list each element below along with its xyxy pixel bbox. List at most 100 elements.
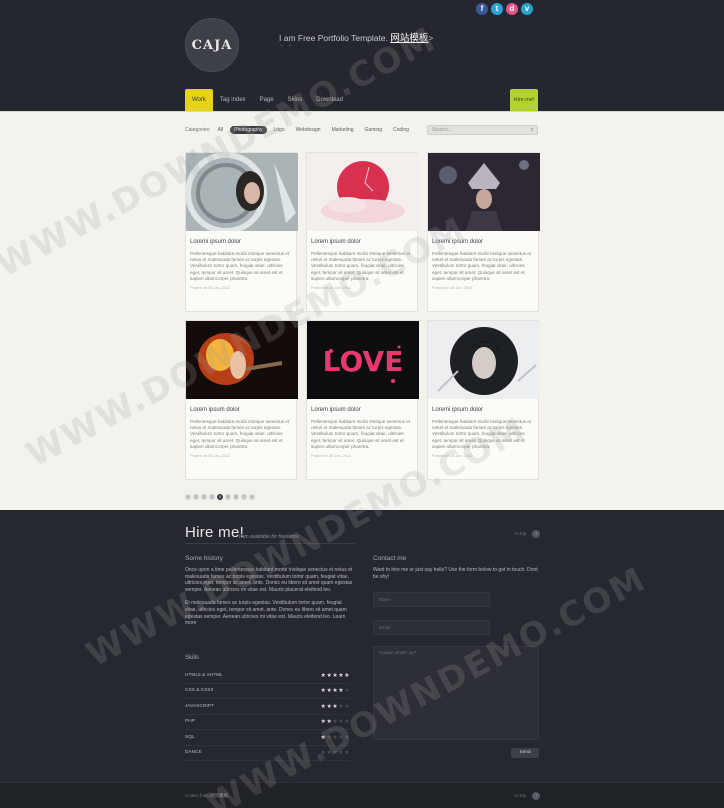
- category-gaming[interactable]: Gaming: [361, 126, 387, 134]
- footer-to-top[interactable]: to top ↑: [515, 792, 541, 800]
- category-photography[interactable]: Photography: [230, 126, 267, 134]
- category-filter: Categories: All Photography Logo Webdesi…: [185, 126, 413, 134]
- skill-row: HTML5 & XHTML ★★★★★: [185, 668, 350, 684]
- card-description: Pellentesque habitant morbi tristique se…: [432, 251, 532, 281]
- category-coding[interactable]: Coding: [389, 126, 413, 134]
- star-empty-icon: ★: [344, 703, 350, 710]
- star-rating: ★★★★★: [321, 749, 350, 756]
- card-title[interactable]: Loremi ipsum dolor: [428, 231, 538, 245]
- vimeo-icon[interactable]: v: [521, 3, 533, 15]
- hire-me-tab[interactable]: Hire me!: [510, 89, 538, 111]
- portfolio-card[interactable]: LOVE Lorem ipsum dolor Pellentesque habi…: [306, 320, 419, 480]
- star-rating: ★★★★★: [321, 703, 350, 710]
- categories-label: Categories:: [185, 127, 211, 133]
- star-empty-icon: ★: [344, 719, 350, 726]
- skill-row: SQL ★★★★★: [185, 730, 350, 746]
- site-footer: Collect from 网页模板 to top ↑: [0, 782, 724, 808]
- arrow-up-icon[interactable]: ↑: [532, 530, 541, 538]
- card-title[interactable]: Lorem ipsum dolor: [186, 399, 296, 413]
- category-logo[interactable]: Logo: [270, 126, 289, 134]
- star-rating: ★★★★★: [321, 672, 350, 679]
- star-rating: ★★★★★: [321, 734, 350, 741]
- message-placeholder: Howdy, what's up?: [379, 650, 417, 655]
- site-header: f t d v CAJA I am Free Portfolio Templat…: [0, 0, 724, 111]
- nav-item-page[interactable]: Page: [253, 89, 281, 111]
- skill-name: JAVASCRIPT: [185, 703, 214, 709]
- card-thumbnail[interactable]: [186, 153, 298, 231]
- nav-item-skins[interactable]: Skins: [281, 89, 310, 111]
- portfolio-card[interactable]: Loremi ipsum dolor Pellentesque habitant…: [427, 320, 540, 480]
- tagline-arrow: >: [428, 33, 434, 43]
- nav-item-work[interactable]: Work: [185, 89, 213, 111]
- skill-name: SQL: [185, 734, 195, 740]
- category-all[interactable]: All: [214, 126, 228, 134]
- search-icon[interactable]: ⌕: [531, 126, 534, 134]
- to-top-label: to top: [515, 531, 527, 536]
- portfolio-card[interactable]: Loremi ipsum dolor Pellentesque habitant…: [427, 152, 540, 312]
- card-title[interactable]: Lorem ipsum dolor: [307, 399, 417, 413]
- hire-section: Hire me! I am available for freelance to…: [0, 512, 724, 782]
- skill-row: DANCE ★★★★★: [185, 746, 350, 761]
- skills-list: HTML5 & XHTML ★★★★★ CSS & CSS3 ★★★★★ JAVAS…: [185, 668, 350, 761]
- pager-next[interactable]: »: [249, 494, 255, 500]
- card-thumbnail[interactable]: [428, 321, 540, 399]
- skills-heading: Skills: [185, 655, 200, 661]
- portfolio-card[interactable]: Lorem ipsum dolor Pellentesque habitant …: [306, 152, 419, 312]
- card-thumbnail[interactable]: [186, 321, 298, 399]
- portfolio-section: Categories: All Photography Logo Webdesi…: [0, 111, 724, 510]
- card-title[interactable]: Loremi ipsum dolor: [428, 399, 538, 413]
- pager-page[interactable]: 6: [233, 494, 239, 500]
- footer-credit-link[interactable]: 网页模板: [210, 793, 228, 798]
- twitter-icon[interactable]: t: [491, 3, 503, 15]
- category-marketing[interactable]: Marketing: [328, 126, 358, 134]
- pager-page[interactable]: 7: [241, 494, 247, 500]
- search-input[interactable]: Search... ⌕: [427, 125, 538, 135]
- contact-heading: Contact me: [373, 555, 407, 562]
- portfolio-grid: Loremi ipsum dolor Pellentesque habitant…: [185, 152, 540, 480]
- card-title[interactable]: Loremi ipsum dolor: [186, 231, 296, 245]
- card-meta: Posted on 08 Jan, 2012: [311, 454, 352, 459]
- pager-page[interactable]: 2: [201, 494, 207, 500]
- skill-name: DANCE: [185, 750, 202, 756]
- card-description: Pellentesque habitant morbi tristique se…: [190, 419, 290, 449]
- pager-page[interactable]: 1: [193, 494, 199, 500]
- skill-row: JAVASCRIPT ★★★★★: [185, 699, 350, 715]
- star-filled-icon: ★: [344, 672, 350, 679]
- facebook-icon[interactable]: f: [476, 3, 488, 15]
- dribbble-icon[interactable]: d: [506, 3, 518, 15]
- card-thumbnail[interactable]: LOVE: [307, 321, 419, 399]
- arrow-up-icon[interactable]: ↑: [532, 792, 541, 800]
- contact-text: Want to hire me or just say hello? Use t…: [373, 567, 538, 580]
- skill-name: CSS & CSS3: [185, 688, 214, 694]
- pager-page[interactable]: 5: [225, 494, 231, 500]
- message-textarea[interactable]: Howdy, what's up?: [373, 646, 539, 740]
- email-placeholder: Email: [379, 625, 391, 630]
- name-field[interactable]: Name: [373, 592, 490, 607]
- pager-prev[interactable]: «: [185, 494, 191, 500]
- card-meta: Posted on 08 Jan, 2012: [432, 286, 473, 291]
- card-thumbnail[interactable]: [307, 153, 419, 231]
- pager-page[interactable]: 3: [209, 494, 215, 500]
- name-placeholder: Name: [379, 597, 392, 602]
- card-thumbnail[interactable]: [428, 153, 540, 231]
- skill-row: CSS & CSS3 ★★★★★: [185, 684, 350, 699]
- category-webdesign[interactable]: Webdesign: [292, 126, 325, 134]
- email-field[interactable]: Email: [373, 620, 490, 635]
- to-top-link[interactable]: to top ↑: [515, 530, 541, 538]
- logo[interactable]: CAJA: [185, 18, 239, 72]
- card-title[interactable]: Lorem ipsum dolor: [307, 231, 417, 245]
- star-empty-icon: ★: [344, 750, 350, 757]
- portfolio-card[interactable]: Lorem ipsum dolor Pellentesque habitant …: [185, 320, 298, 480]
- card-description: Pellentesque habitant morbi tristique se…: [311, 251, 411, 281]
- pager-page-current[interactable]: 4: [217, 494, 223, 500]
- card-meta: Posted on 08 Jan, 2012: [432, 454, 473, 459]
- tagline-link[interactable]: 网站模板: [390, 33, 428, 44]
- footer-credit-text: Collect from: [185, 793, 210, 798]
- nav-item-download[interactable]: Download: [309, 89, 350, 111]
- skill-name: PHP: [185, 719, 195, 725]
- card-meta: Posted on 08 Jan, 2012: [190, 286, 231, 291]
- portfolio-card[interactable]: Loremi ipsum dolor Pellentesque habitant…: [185, 152, 298, 312]
- footer-credit: Collect from 网页模板: [185, 793, 228, 799]
- nav-item-tag-index[interactable]: Tag index: [213, 89, 253, 111]
- send-button[interactable]: Send: [511, 748, 539, 758]
